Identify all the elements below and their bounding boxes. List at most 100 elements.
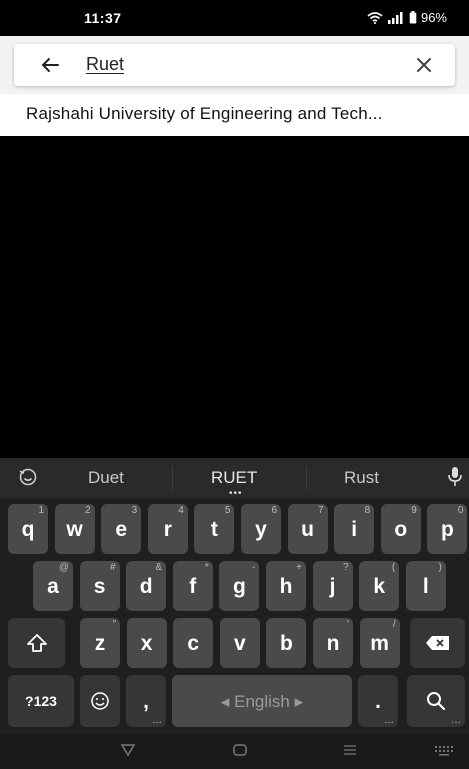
key-x[interactable]: x xyxy=(126,618,167,668)
emoji-key[interactable] xyxy=(80,675,120,727)
key-j[interactable]: j? xyxy=(312,561,353,611)
suggestion-divider xyxy=(172,466,173,490)
key-label: e xyxy=(115,517,128,541)
key-o[interactable]: o9 xyxy=(380,504,421,554)
search-bar-area: Ruet xyxy=(0,36,469,94)
key-d[interactable]: d & xyxy=(126,561,167,611)
word-suggestion-1[interactable]: Duet xyxy=(88,468,124,488)
period-key[interactable]: . … xyxy=(358,675,398,727)
navigation-bar xyxy=(0,735,469,769)
key-hint: / xyxy=(392,619,396,630)
key-y[interactable]: y6 xyxy=(241,504,281,554)
key-label: y xyxy=(255,517,267,541)
battery-icon xyxy=(409,11,417,24)
word-suggestion-strip: Duet RUET ••• Rust xyxy=(0,458,469,499)
home-nav-icon[interactable] xyxy=(232,743,248,762)
status-bar: 11:37 96% xyxy=(0,0,469,36)
key-hint: @ xyxy=(58,562,69,573)
key-hint: 3 xyxy=(131,505,138,516)
key-label: d xyxy=(139,574,153,598)
key-label: b xyxy=(279,631,293,655)
key-hint: 8 xyxy=(364,505,371,516)
key-a[interactable]: a @ xyxy=(33,561,73,611)
key-w[interactable]: w2 xyxy=(54,504,95,554)
key-label: w xyxy=(66,517,83,541)
more-suggestions-dots[interactable]: ••• xyxy=(229,488,243,499)
back-nav-icon[interactable] xyxy=(120,743,136,762)
key-t[interactable]: t5 xyxy=(194,504,235,554)
symbols-key[interactable]: ?123 xyxy=(8,675,74,727)
key-z[interactable]: z " xyxy=(80,618,120,668)
key-label: r xyxy=(163,517,172,541)
microphone-icon[interactable] xyxy=(447,466,463,493)
key-r[interactable]: r4 xyxy=(147,504,188,554)
key-e[interactable]: e3 xyxy=(101,504,142,554)
shift-key[interactable] xyxy=(8,618,65,668)
word-suggestion-3[interactable]: Rust xyxy=(344,468,379,488)
key-hint: ' xyxy=(347,619,349,630)
key-label: j xyxy=(329,574,336,598)
key-hint: & xyxy=(155,562,163,573)
word-suggestion-2[interactable]: RUET xyxy=(211,468,257,488)
key-label: z xyxy=(94,631,106,655)
keyboard-switch-icon[interactable] xyxy=(434,743,454,762)
key-m[interactable]: m / xyxy=(359,618,400,668)
suggestion-item[interactable]: Rajshahi University of Engineering and T… xyxy=(26,104,383,124)
key-hint: 9 xyxy=(411,505,417,516)
key-p[interactable]: p0 xyxy=(427,504,468,554)
key-label: x xyxy=(140,631,153,655)
key-i[interactable]: i8 xyxy=(334,504,375,554)
key-n[interactable]: n ' xyxy=(313,618,353,668)
key-hint: - xyxy=(252,562,256,573)
key-label: c xyxy=(187,631,200,655)
key-hint: 4 xyxy=(178,505,184,516)
key-b[interactable]: b xyxy=(266,618,307,668)
suggestion-divider xyxy=(306,466,307,490)
key-hint: 2 xyxy=(85,505,91,516)
key-label: o xyxy=(394,517,408,541)
backspace-key[interactable] xyxy=(410,618,465,668)
key-hint: 0 xyxy=(457,505,464,516)
space-bar[interactable]: ◂ English ▸ xyxy=(172,675,352,727)
key-g[interactable]: g- xyxy=(219,561,260,611)
key-label: q xyxy=(21,517,35,541)
key-hint: ? xyxy=(343,562,349,573)
key-s[interactable]: s # xyxy=(79,561,120,611)
key-label: l xyxy=(422,574,429,598)
key-label: a xyxy=(47,574,59,598)
search-key[interactable]: … xyxy=(407,675,465,727)
status-icons: 96% xyxy=(367,10,447,25)
recents-nav-icon[interactable] xyxy=(342,743,358,762)
key-h[interactable]: h + xyxy=(266,561,306,611)
back-arrow-icon[interactable] xyxy=(40,55,60,80)
empty-map-area xyxy=(0,136,469,458)
signal-icon xyxy=(387,11,405,24)
key-hint: * xyxy=(204,562,209,573)
key-c[interactable]: c xyxy=(173,618,214,668)
emoji-refresh-icon[interactable] xyxy=(18,467,38,492)
key-hint: ( xyxy=(391,562,396,573)
key-label: s xyxy=(93,574,106,598)
key-q[interactable]: q1 xyxy=(8,504,48,554)
wifi-icon xyxy=(367,11,383,24)
key-l[interactable]: l) xyxy=(405,561,446,611)
key-label: k xyxy=(373,574,386,598)
key-label: g xyxy=(232,574,246,598)
search-icon xyxy=(427,692,446,711)
key-v[interactable]: v xyxy=(219,618,260,668)
key-label: m xyxy=(370,631,389,655)
key-hint: 6 xyxy=(271,505,277,516)
search-box[interactable]: Ruet xyxy=(14,44,455,86)
key-hint: + xyxy=(296,562,302,573)
key-k[interactable]: k( xyxy=(359,561,400,611)
key-f[interactable]: f * xyxy=(172,561,213,611)
search-input[interactable]: Ruet xyxy=(86,54,124,75)
comma-key[interactable]: , … xyxy=(126,675,166,727)
key-hint: 1 xyxy=(38,505,44,516)
key-hint: 5 xyxy=(224,505,231,516)
key-label: u xyxy=(301,517,314,541)
key-u[interactable]: u7 xyxy=(287,504,328,554)
close-icon[interactable] xyxy=(415,56,433,79)
key-label: h xyxy=(279,574,293,598)
key-label: f xyxy=(189,574,197,598)
